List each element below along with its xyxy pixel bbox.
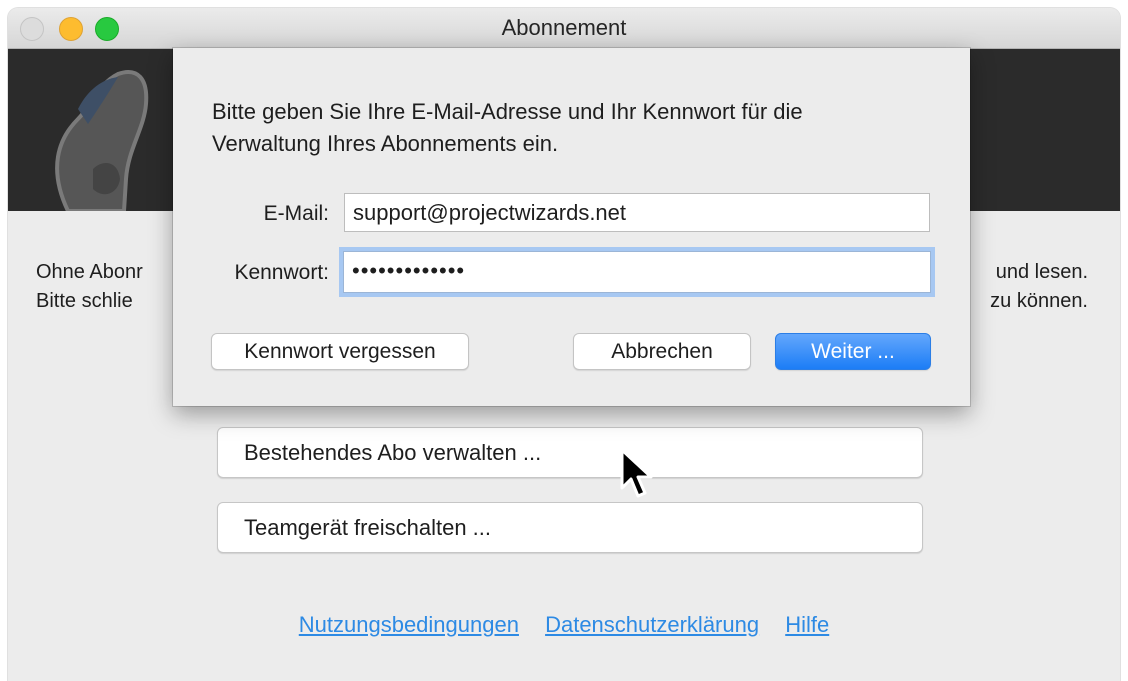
intro-text-right: und lesen. zu können. (990, 258, 1088, 316)
mouse-pointer-icon (620, 448, 653, 498)
terms-link[interactable]: Nutzungsbedingungen (299, 612, 519, 637)
help-link[interactable]: Hilfe (785, 612, 829, 637)
intro-line-1-left: Ohne Abonr (36, 261, 143, 283)
unlock-team-device-button[interactable]: Teamgerät freischalten ... (217, 502, 923, 553)
intro-line-2-left: Bitte schlie (36, 290, 133, 312)
sheet-message: Bitte geben Sie Ihre E-Mail-Adresse und … (212, 96, 803, 160)
subscription-window: Abonnement Ohne Abonr Bitte schlie und l… (8, 8, 1120, 681)
email-label: E-Mail: (263, 202, 329, 225)
password-field[interactable]: ••••••••••••• (343, 251, 931, 293)
privacy-link[interactable]: Datenschutzerklärung (545, 612, 759, 637)
manage-subscription-button[interactable]: Bestehendes Abo verwalten ... (217, 427, 923, 478)
sheet-message-line-1: Bitte geben Sie Ihre E-Mail-Adresse und … (212, 99, 803, 124)
sheet-message-line-2: Verwaltung Ihres Abonnements ein. (212, 131, 559, 156)
intro-line-2-right: zu können. (990, 290, 1088, 312)
intro-line-1-right: und lesen. (995, 261, 1088, 283)
window-title: Abonnement (501, 15, 627, 40)
password-label: Kennwort: (234, 261, 329, 284)
continue-button[interactable]: Weiter ... (775, 333, 931, 370)
login-sheet: Bitte geben Sie Ihre E-Mail-Adresse und … (173, 48, 970, 406)
intro-text-left: Ohne Abonr Bitte schlie (36, 258, 143, 316)
cancel-button[interactable]: Abbrechen (573, 333, 751, 370)
footer-links: Nutzungsbedingungen Datenschutzerklärung… (8, 612, 1120, 638)
password-value: ••••••••••••• (352, 258, 466, 283)
mascot-logo-icon (55, 70, 149, 211)
forgot-password-button[interactable]: Kennwort vergessen (211, 333, 469, 370)
email-field[interactable]: support@projectwizards.net (344, 193, 930, 232)
title-bar[interactable]: Abonnement (8, 8, 1120, 49)
